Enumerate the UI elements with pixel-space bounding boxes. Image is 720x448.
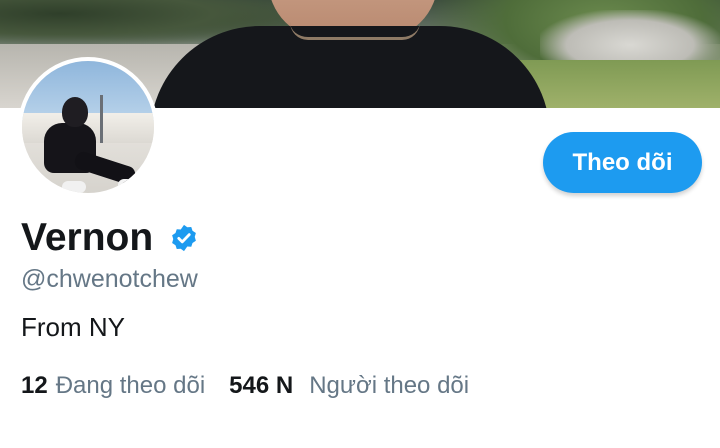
profile-bio: From NY <box>21 312 125 342</box>
follow-button[interactable]: Theo dõi <box>543 132 702 193</box>
profile-name-row: Vernon <box>21 214 199 262</box>
followers-count: 546 N <box>229 372 294 399</box>
verified-badge-icon <box>169 223 199 253</box>
display-name: Vernon <box>21 216 154 259</box>
followers-stat[interactable]: 546 N Người theo dõi <box>229 372 469 400</box>
followers-label: Người theo dõi <box>309 372 470 399</box>
following-count: 12 <box>21 372 48 399</box>
profile-stats: 12 Đang theo dõi 546 N Người theo dõi <box>21 372 469 400</box>
username-handle: @chwenotchew <box>21 265 198 293</box>
following-label: Đang theo dõi <box>55 372 206 399</box>
following-stat[interactable]: 12 Đang theo dõi <box>21 372 205 400</box>
avatar[interactable] <box>18 57 158 197</box>
